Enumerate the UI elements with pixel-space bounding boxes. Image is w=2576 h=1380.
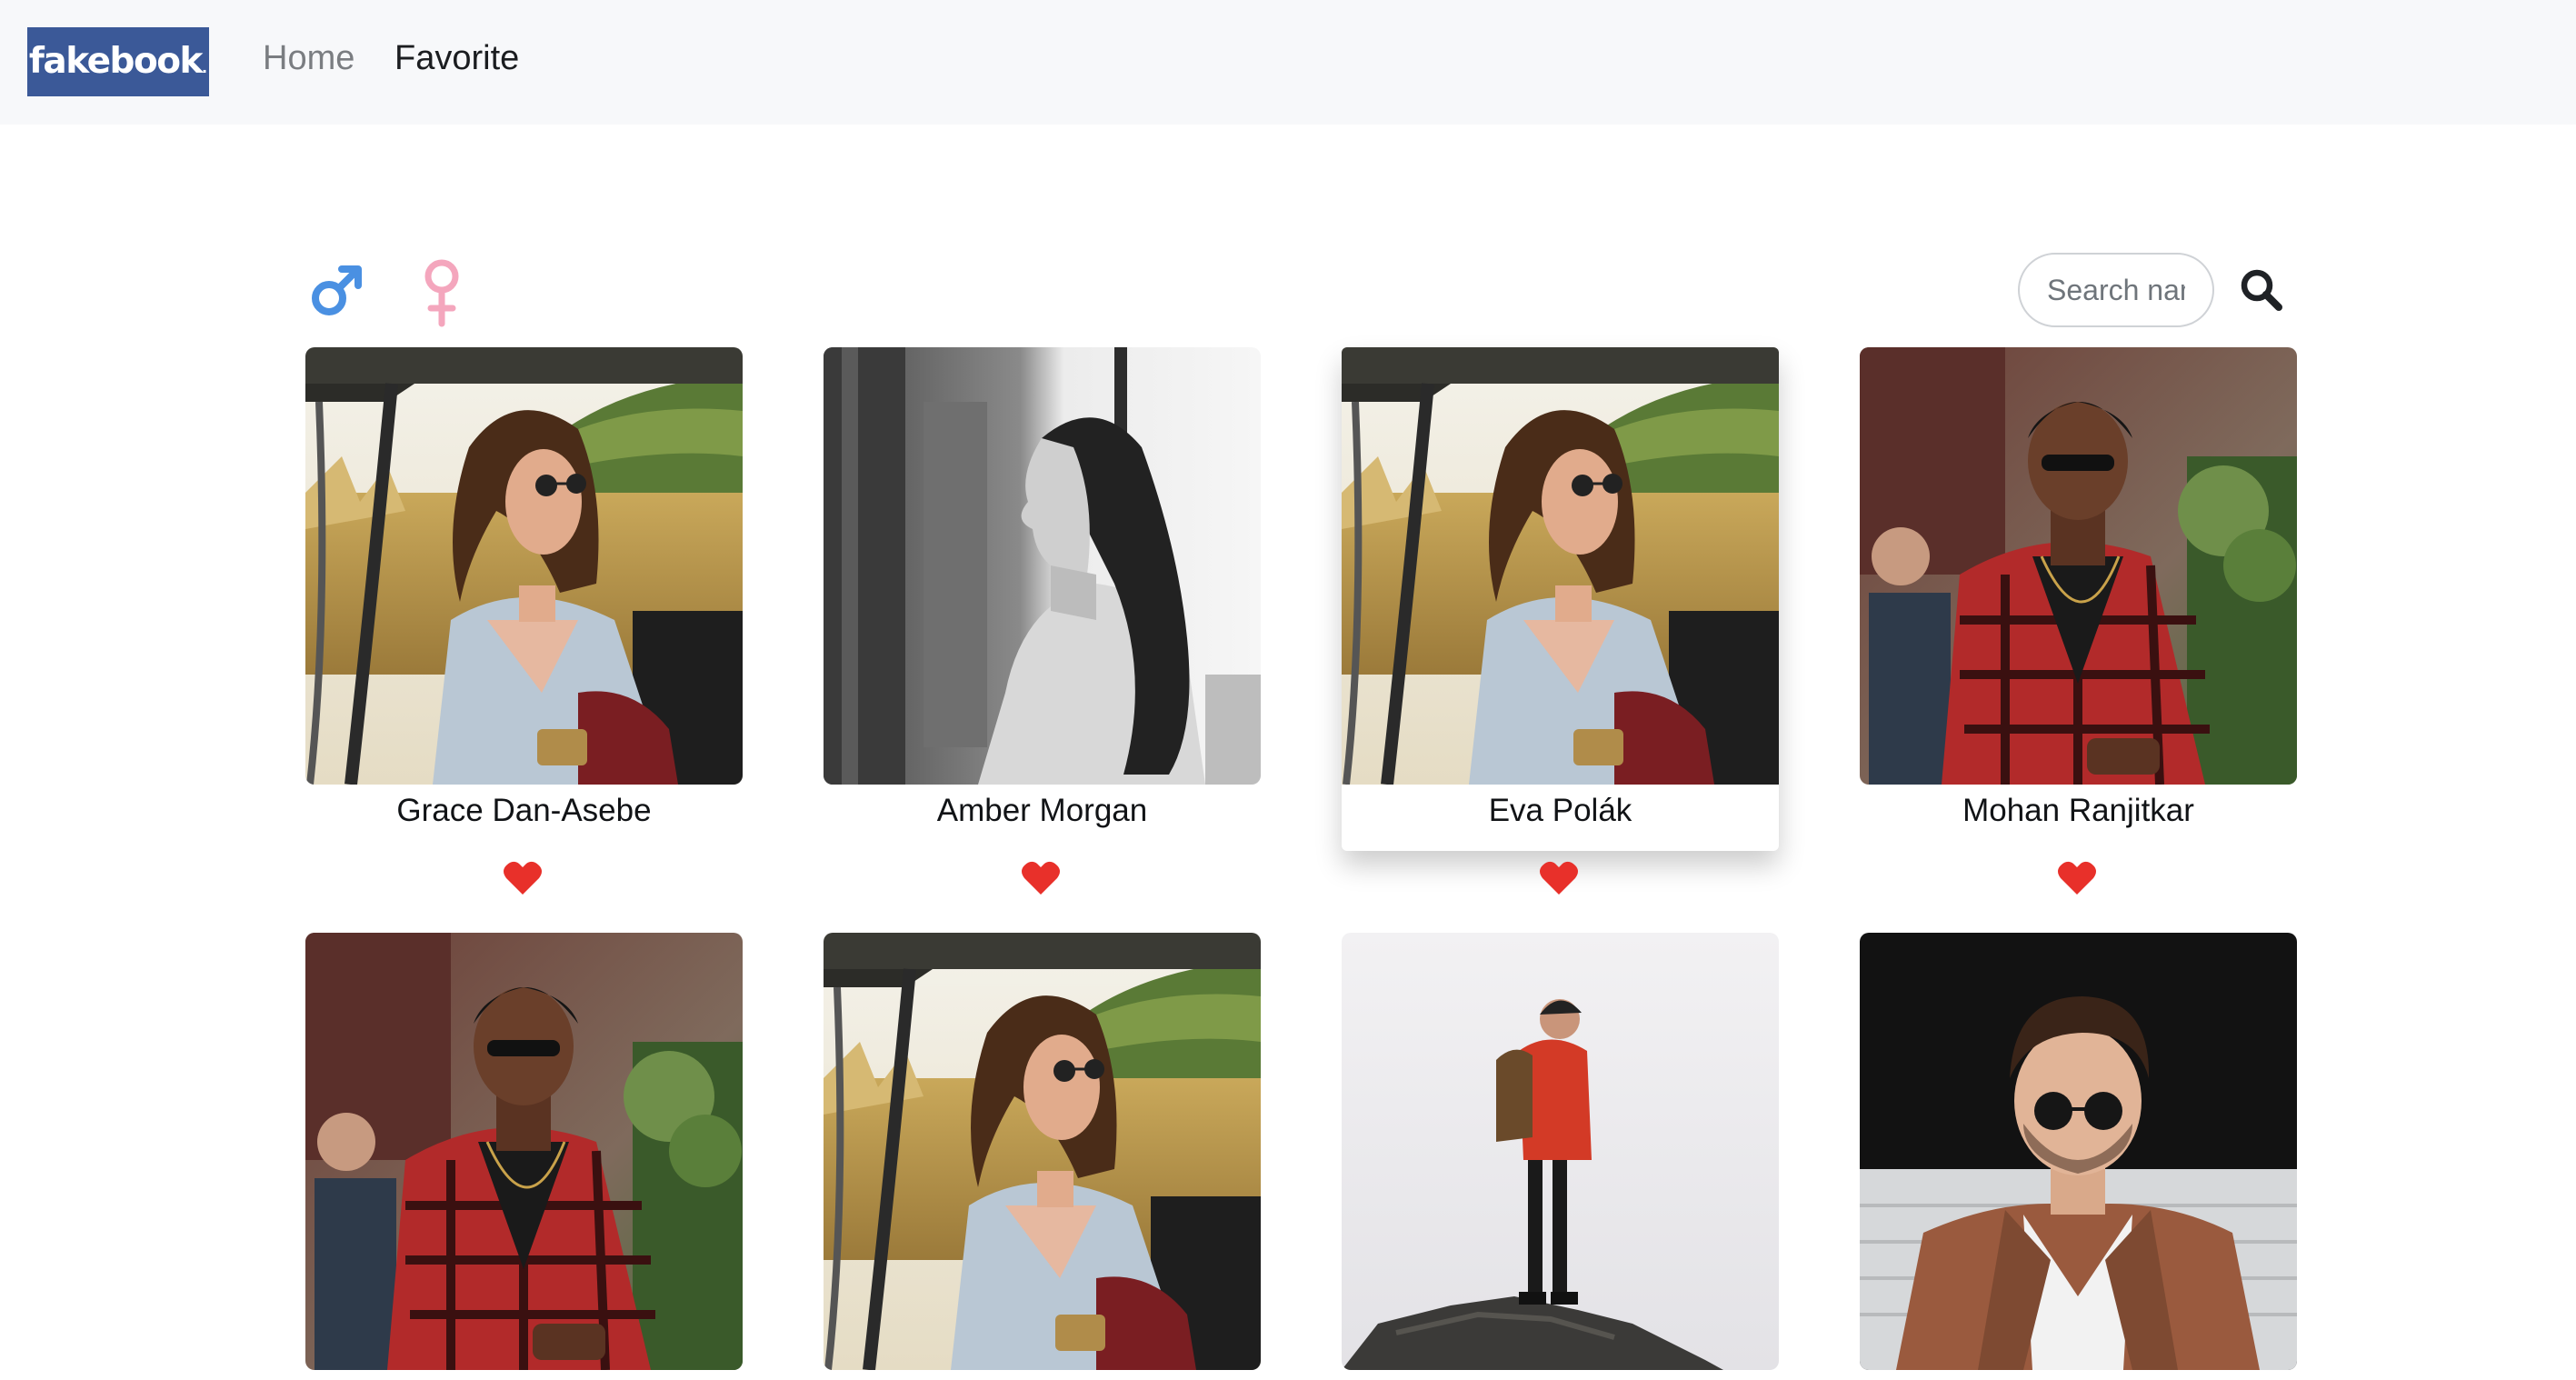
friend-card[interactable]: Eva Polák xyxy=(1342,347,1779,851)
card-photo[interactable] xyxy=(1860,933,2297,1370)
card-name: Eva Polák xyxy=(1488,793,1632,828)
card-name: Amber Morgan xyxy=(936,793,1148,828)
search-button[interactable] xyxy=(2238,266,2285,314)
search-input[interactable] xyxy=(2018,253,2214,327)
man-plaid-shirt-photo xyxy=(1860,347,2297,785)
search-icon xyxy=(2241,269,2282,311)
top-navbar: fakebook. Home Favorite xyxy=(0,0,2576,125)
woman-sunglasses-cart-photo xyxy=(1342,347,1779,785)
friend-card[interactable] xyxy=(1342,933,1779,1380)
woman-sunglasses-cart-photo xyxy=(305,347,743,785)
friend-card[interactable]: Amber Morgan xyxy=(824,347,1261,856)
brand-logo[interactable]: fakebook. xyxy=(27,27,209,96)
heart-icon xyxy=(1540,861,1578,895)
brand-text: fakebook xyxy=(28,41,204,82)
card-photo[interactable] xyxy=(305,933,743,1370)
card-photo[interactable] xyxy=(824,933,1261,1370)
nav-favorite-link[interactable]: Favorite xyxy=(394,33,519,84)
heart-icon xyxy=(2058,861,2096,895)
male-filter-button[interactable] xyxy=(309,262,365,318)
favorite-heart-button[interactable] xyxy=(2057,860,2097,896)
male-symbol-icon xyxy=(312,265,362,315)
card-name: Grace Dan-Asebe xyxy=(396,793,652,828)
card-photo[interactable] xyxy=(824,347,1261,785)
female-filter-button[interactable] xyxy=(414,256,469,327)
card-photo[interactable] xyxy=(1860,347,2297,785)
card-name: Mohan Ranjitkar xyxy=(1962,793,2194,828)
man-plaid-shirt-photo xyxy=(305,933,743,1370)
heart-icon xyxy=(1022,861,1060,895)
female-symbol-icon xyxy=(424,259,459,327)
friend-card[interactable] xyxy=(1860,933,2297,1380)
card-photo[interactable] xyxy=(1342,933,1779,1370)
friend-card[interactable] xyxy=(305,933,743,1380)
favorite-heart-button[interactable] xyxy=(503,860,543,896)
brand-dot: . xyxy=(202,59,208,76)
woman-sunglasses-cart-photo xyxy=(824,933,1261,1370)
heart-icon xyxy=(504,861,542,895)
hiker-on-rock-photo xyxy=(1342,933,1779,1370)
friend-card[interactable]: Grace Dan-Asebe xyxy=(305,347,743,856)
man-brown-jacket-photo xyxy=(1860,933,2297,1370)
friend-card[interactable] xyxy=(824,933,1261,1380)
friend-card[interactable]: Mohan Ranjitkar xyxy=(1860,347,2297,856)
favorite-heart-button[interactable] xyxy=(1539,860,1579,896)
card-photo[interactable] xyxy=(305,347,743,785)
card-photo[interactable] xyxy=(1342,347,1779,785)
nav-home-link[interactable]: Home xyxy=(263,33,354,84)
favorite-heart-button[interactable] xyxy=(1021,860,1061,896)
woman-profile-bw-photo xyxy=(824,347,1261,785)
